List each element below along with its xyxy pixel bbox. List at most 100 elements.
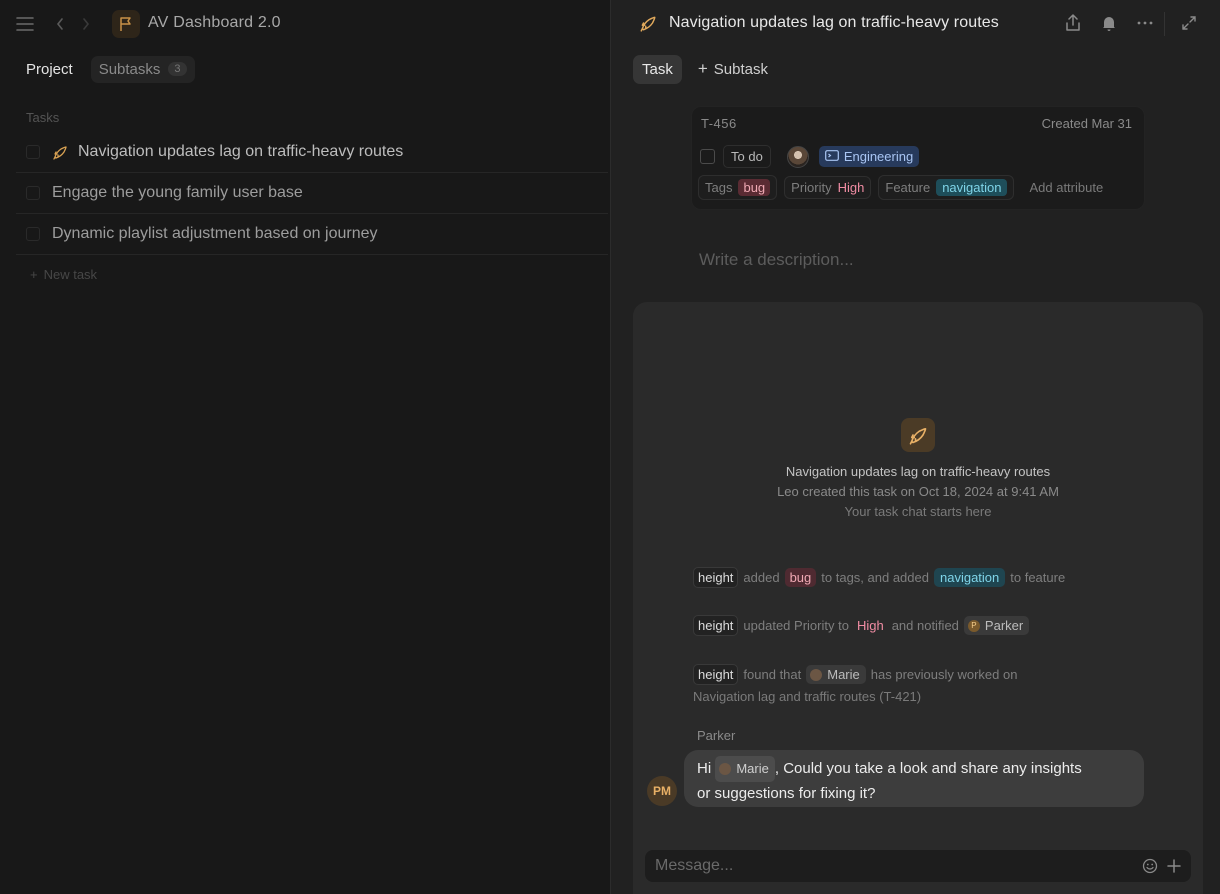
task-row[interactable]: Engage the young family user base: [16, 173, 608, 214]
activity-text: updated Priority to: [743, 618, 849, 633]
priority-value: High: [837, 180, 865, 195]
tab-task[interactable]: Task: [633, 54, 682, 84]
task-title: Dynamic playlist adjustment based on jou…: [52, 225, 378, 242]
rocket-icon: [901, 418, 935, 452]
task-attributes-card: T-456 Created Mar 31 To do Engineering T…: [691, 106, 1145, 210]
tags-label: Tags: [705, 180, 733, 195]
left-topbar: AV Dashboard 2.0: [0, 0, 610, 48]
task-row[interactable]: Dynamic playlist adjustment based on jou…: [16, 214, 608, 255]
rocket-icon: [639, 14, 657, 37]
actor-chip[interactable]: height: [693, 664, 739, 685]
activity-text: to feature: [1010, 570, 1066, 585]
activity-text: found that: [743, 667, 802, 682]
feature-attribute[interactable]: Feature navigation: [878, 175, 1015, 200]
attributes-row: Tags bug Priority High Feature navigatio…: [698, 175, 1111, 200]
tab-subtasks-label: Subtasks: [98, 60, 161, 78]
project-title: AV Dashboard 2.0: [148, 14, 281, 31]
task-detail-pane: Navigation updates lag on traffic-heavy …: [610, 0, 1220, 894]
tag-bug: bug: [738, 179, 771, 196]
forward-icon[interactable]: [78, 14, 94, 34]
message-text: or suggestions for fixing it?: [697, 785, 876, 802]
actor-chip[interactable]: height: [693, 567, 739, 588]
activity-text: has previously worked on: [870, 667, 1018, 682]
chat-intro-title: Navigation updates lag on traffic-heavy …: [785, 464, 1051, 479]
mention-chip[interactable]: Marie: [715, 756, 775, 782]
project-pane: AV Dashboard 2.0 Project Subtasks 3 Task…: [0, 0, 610, 894]
tags-attribute[interactable]: Tags bug: [698, 175, 778, 200]
team-label: Engineering: [843, 149, 914, 164]
avatar: [719, 763, 732, 775]
more-icon[interactable]: [1135, 13, 1155, 33]
avatar: [810, 668, 823, 681]
new-task-button[interactable]: + New task: [30, 267, 97, 282]
attach-plus-icon[interactable]: [1165, 857, 1183, 875]
activity-item: height found that Marie has previously w…: [693, 664, 1017, 685]
status-label: To do: [723, 145, 771, 168]
task-checkbox[interactable]: [26, 186, 40, 200]
rocket-icon: [52, 144, 68, 160]
mention-name: Marie: [827, 667, 860, 682]
message-input[interactable]: Message...: [655, 857, 1191, 875]
message-sender: Parker: [697, 728, 736, 743]
add-subtask-button[interactable]: + Subtask: [692, 53, 774, 85]
message-text: Hi: [697, 759, 712, 777]
task-header: Navigation updates lag on traffic-heavy …: [611, 0, 1220, 48]
task-checkbox[interactable]: [26, 227, 40, 241]
task-title: Engage the young family user base: [52, 184, 303, 201]
actor-chip[interactable]: height: [693, 615, 739, 636]
menu-icon[interactable]: [14, 14, 36, 34]
avatar: P: [967, 619, 980, 632]
assignee-avatar[interactable]: [786, 145, 809, 168]
expand-icon[interactable]: [1179, 13, 1199, 33]
tasks-section-label: Tasks: [26, 110, 60, 125]
activity-item: height added bug to tags, and added navi…: [693, 567, 1065, 588]
mention-name: Marie: [736, 761, 769, 776]
task-title-header: Navigation updates lag on traffic-heavy …: [669, 14, 999, 31]
task-tabs: Task + Subtask: [633, 53, 774, 85]
activity-text: added: [743, 570, 780, 585]
priority-value: High: [856, 618, 884, 633]
priority-attribute[interactable]: Priority High: [784, 176, 872, 199]
plus-icon: +: [697, 59, 708, 78]
message-composer[interactable]: Message...: [645, 850, 1191, 882]
tab-subtasks[interactable]: Subtasks 3: [90, 55, 195, 83]
chat-intro-subtitle: Leo created this task on Oct 18, 2024 at…: [777, 484, 1059, 499]
feature-value: navigation: [933, 568, 1006, 587]
add-subtask-label: Subtask: [713, 60, 768, 78]
task-list: Navigation updates lag on traffic-heavy …: [16, 132, 608, 255]
back-icon[interactable]: [52, 14, 68, 34]
task-title: Navigation updates lag on traffic-heavy …: [78, 143, 404, 160]
status-dropdown[interactable]: To do: [700, 143, 777, 170]
activity-text: to tags, and added: [821, 570, 929, 585]
emoji-icon[interactable]: [1141, 857, 1159, 875]
chat-intro-hint: Your task chat starts here: [844, 504, 992, 519]
mention-chip[interactable]: Marie: [806, 665, 866, 684]
add-attribute-button[interactable]: Add attribute: [1021, 177, 1111, 198]
activity-text: and notified: [891, 618, 959, 633]
feature-label: Feature: [885, 180, 931, 195]
avatar[interactable]: PM: [647, 776, 677, 806]
priority-label: Priority: [791, 180, 832, 195]
feature-value: navigation: [936, 179, 1008, 196]
plus-icon: +: [30, 267, 38, 282]
created-date: Created Mar 31: [1041, 116, 1132, 131]
tag-bug: bug: [784, 568, 817, 587]
activity-linked-task[interactable]: Navigation lag and traffic routes (T-421…: [693, 689, 921, 704]
divider: [1164, 12, 1165, 36]
share-icon[interactable]: [1063, 13, 1083, 33]
mention-chip[interactable]: P Parker: [963, 616, 1030, 635]
terminal-icon: [824, 149, 839, 164]
task-id: T-456: [701, 116, 737, 131]
status-checkbox[interactable]: [700, 149, 715, 164]
flag-icon: [112, 10, 140, 38]
bell-icon[interactable]: [1099, 13, 1119, 33]
task-checkbox[interactable]: [26, 145, 40, 159]
task-row[interactable]: Navigation updates lag on traffic-heavy …: [16, 132, 608, 173]
message-bubble: Hi Marie , Could you take a look and sha…: [684, 750, 1144, 807]
team-badge[interactable]: Engineering: [818, 146, 920, 167]
tab-project[interactable]: Project: [16, 56, 83, 83]
new-task-label: New task: [43, 267, 98, 282]
description-field[interactable]: Write a description...: [699, 250, 854, 270]
status-row: To do Engineering: [700, 143, 920, 170]
subtasks-count-badge: 3: [168, 62, 187, 76]
